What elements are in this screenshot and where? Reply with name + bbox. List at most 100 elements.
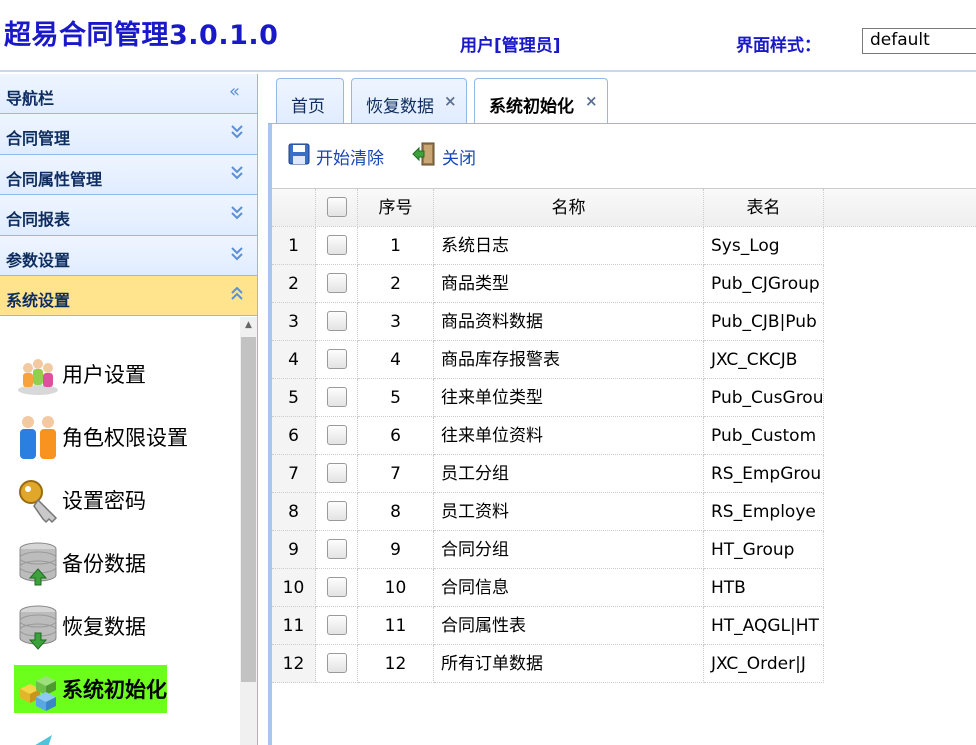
tab-restore-data[interactable]: 恢复数据 × <box>351 78 467 124</box>
start-clear-label: 开始清除 <box>316 148 384 169</box>
row-number: 1 <box>272 227 316 265</box>
expand-chevron-icon[interactable] <box>229 244 245 264</box>
theme-select[interactable]: default <box>862 28 976 54</box>
table-name-cell: Pub_CusGrou <box>704 379 824 417</box>
table-row[interactable]: 2 2 商品类型 Pub_CJGroup <box>272 265 824 303</box>
partially-visible-icon <box>14 727 62 745</box>
nav-scrollbar[interactable]: ▲ <box>240 317 257 745</box>
table-row[interactable]: 3 3 商品资料数据 Pub_CJB|Pub <box>272 303 824 341</box>
seq-cell: 9 <box>358 531 434 569</box>
collapse-chevron-icon[interactable] <box>229 284 245 304</box>
table-name-cell: HT_Group <box>704 531 824 569</box>
nav-section-contract-attributes[interactable]: 合同属性管理 <box>0 154 257 196</box>
close-icon[interactable]: × <box>585 92 598 110</box>
menu-item-backup-data[interactable]: 备份数据 <box>14 539 146 587</box>
row-select-cell <box>316 455 358 493</box>
row-select-cell <box>316 493 358 531</box>
menu-item-user-settings[interactable]: 用户设置 <box>14 350 146 398</box>
table-row[interactable]: 6 6 往来单位资料 Pub_Custom <box>272 417 824 455</box>
expand-chevron-icon[interactable] <box>229 163 245 183</box>
row-number: 11 <box>272 607 316 645</box>
menu-item-label: 恢复数据 <box>62 615 146 639</box>
table-row[interactable]: 5 5 往来单位类型 Pub_CusGrou <box>272 379 824 417</box>
menu-item-system-init[interactable]: 系统初始化 <box>14 665 167 713</box>
collapse-sidebar-icon[interactable]: « <box>229 82 245 102</box>
table-name-cell: JXC_CKCJB <box>704 341 824 379</box>
col-seq-header[interactable]: 序号 <box>358 189 434 227</box>
row-number: 10 <box>272 569 316 607</box>
close-button[interactable]: 关闭 <box>412 142 476 170</box>
row-select-cell <box>316 607 358 645</box>
tab-home[interactable]: 首页 <box>276 78 344 124</box>
row-checkbox[interactable] <box>327 653 347 673</box>
row-checkbox[interactable] <box>327 425 347 445</box>
toolbar: 开始清除 关闭 <box>272 124 976 188</box>
row-number: 9 <box>272 531 316 569</box>
seq-cell: 12 <box>358 645 434 683</box>
row-checkbox[interactable] <box>327 235 347 255</box>
menu-item-restore-data[interactable]: 恢复数据 <box>14 602 146 650</box>
col-table-header[interactable]: 表名 <box>704 189 824 227</box>
row-select-cell <box>316 531 358 569</box>
menu-item-label: 备份数据 <box>62 552 146 576</box>
scroll-up-arrow-icon[interactable]: ▲ <box>240 317 257 334</box>
name-cell: 往来单位资料 <box>434 417 704 455</box>
name-cell: 员工资料 <box>434 493 704 531</box>
nav-section-parameters[interactable]: 参数设置 <box>0 235 257 276</box>
name-cell: 合同属性表 <box>434 607 704 645</box>
table-name-cell: RS_Employe <box>704 493 824 531</box>
row-checkbox[interactable] <box>327 273 347 293</box>
menu-item-role-permissions[interactable]: 角色权限设置 <box>14 413 188 461</box>
name-cell: 商品资料数据 <box>434 303 704 341</box>
expand-chevron-icon[interactable] <box>229 122 245 142</box>
table-row[interactable]: 4 4 商品库存报警表 JXC_CKCJB <box>272 341 824 379</box>
seq-cell: 1 <box>358 227 434 265</box>
start-clear-button[interactable]: 开始清除 <box>288 142 384 170</box>
nav-section-system-settings[interactable]: 系统设置 <box>0 275 257 317</box>
table-row[interactable]: 8 8 员工资料 RS_Employe <box>272 493 824 531</box>
row-checkbox[interactable] <box>327 463 347 483</box>
row-checkbox[interactable] <box>327 501 347 521</box>
nav-section-contract-management[interactable]: 合同管理 <box>0 114 257 155</box>
table-row[interactable]: 10 10 合同信息 HTB <box>272 569 824 607</box>
database-restore-icon <box>14 602 62 650</box>
menu-item-label: 用户设置 <box>62 363 146 387</box>
row-checkbox[interactable] <box>327 311 347 331</box>
name-cell: 员工分组 <box>434 455 704 493</box>
menu-item-set-password[interactable]: 设置密码 <box>14 476 146 524</box>
system-settings-panel: 用户设置 角色权限设置 设置密码 备份数据 恢复数据 系统初始化 ▲ <box>0 317 257 745</box>
menu-item-partial[interactable] <box>14 727 62 745</box>
exit-door-icon <box>412 142 436 170</box>
table-row[interactable]: 12 12 所有订单数据 JXC_Order|J <box>272 645 824 683</box>
name-cell: 商品库存报警表 <box>434 341 704 379</box>
close-icon[interactable]: × <box>444 92 457 110</box>
nav-section-contract-reports[interactable]: 合同报表 <box>0 195 257 236</box>
expand-chevron-icon[interactable] <box>229 203 245 223</box>
table-name-cell: Sys_Log <box>704 227 824 265</box>
select-all-checkbox[interactable] <box>327 197 347 217</box>
init-cubes-icon <box>14 665 62 713</box>
row-checkbox[interactable] <box>327 387 347 407</box>
tab-system-init[interactable]: 系统初始化 × <box>474 78 608 126</box>
row-number: 8 <box>272 493 316 531</box>
tab-label: 系统初始化 <box>489 97 574 117</box>
name-cell: 商品类型 <box>434 265 704 303</box>
seq-cell: 8 <box>358 493 434 531</box>
row-checkbox[interactable] <box>327 577 347 597</box>
table-row[interactable]: 11 11 合同属性表 HT_AQGL|HT <box>272 607 824 645</box>
seq-cell: 11 <box>358 607 434 645</box>
col-name-header[interactable]: 名称 <box>434 189 704 227</box>
nav-scrollbar-thumb[interactable] <box>241 337 256 682</box>
row-select-cell <box>316 227 358 265</box>
row-select-cell <box>316 417 358 455</box>
users-icon <box>14 350 62 398</box>
row-checkbox[interactable] <box>327 349 347 369</box>
row-checkbox[interactable] <box>327 615 347 635</box>
table-row[interactable]: 7 7 员工分组 RS_EmpGrou <box>272 455 824 493</box>
row-checkbox[interactable] <box>327 539 347 559</box>
table-row[interactable]: 1 1 系统日志 Sys_Log <box>272 227 824 265</box>
table-name-cell: HTB <box>704 569 824 607</box>
app-header: 超易合同管理3.0.1.0 用户[管理员] 界面样式： default <box>0 0 976 72</box>
seq-cell: 3 <box>358 303 434 341</box>
table-row[interactable]: 9 9 合同分组 HT_Group <box>272 531 824 569</box>
